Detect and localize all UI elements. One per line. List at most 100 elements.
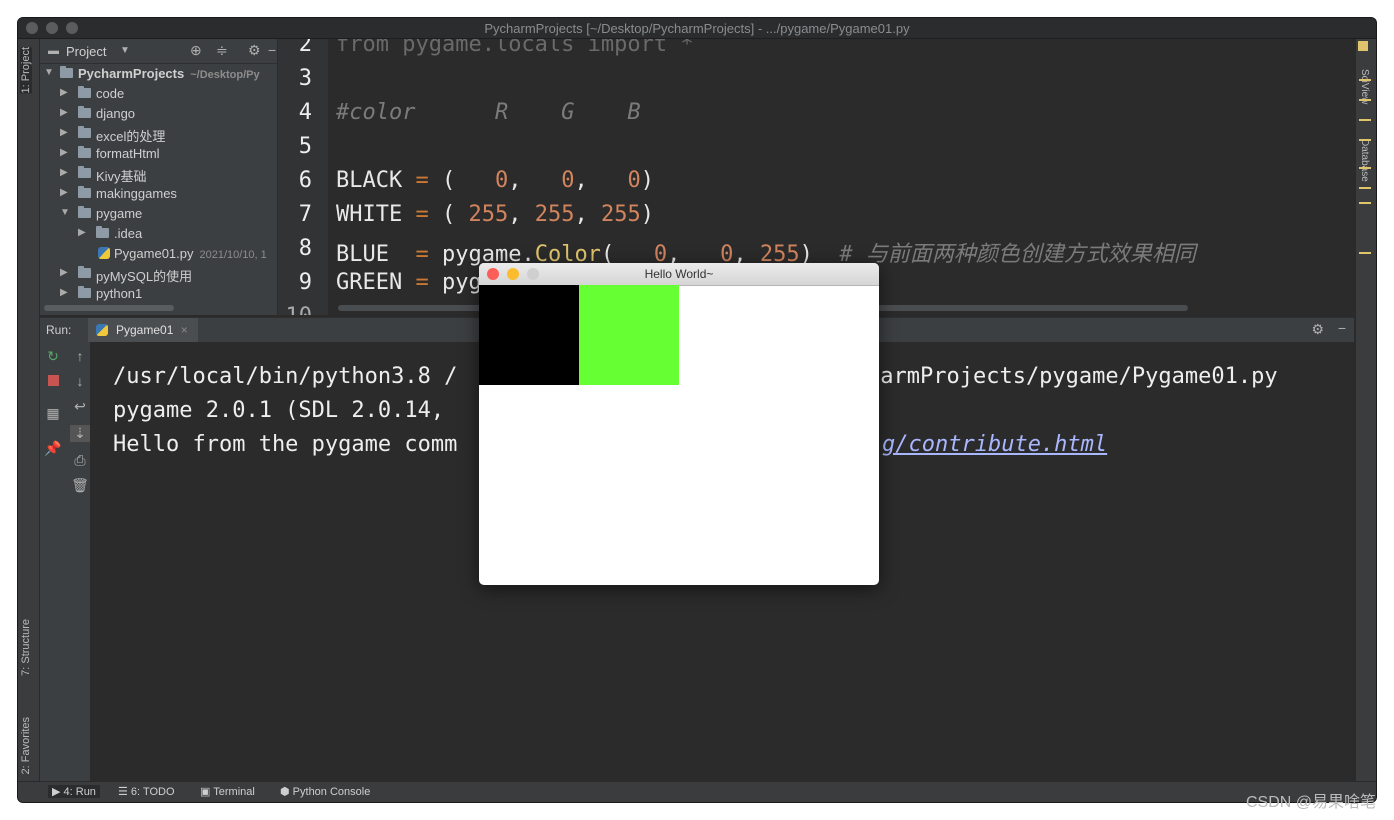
code-text: GREEN [336,270,416,295]
collapsed-arrow-icon[interactable]: ▶ [60,87,68,98]
gear-icon[interactable]: ⚙ [248,42,261,59]
tree-item-pygame01[interactable]: Pygame01.py 2021/10/10, 1 [40,244,277,264]
tab-todo[interactable]: ☰ 6: TODO [118,785,175,798]
inspection-status-icon[interactable] [1358,41,1368,51]
code-text: BLACK [336,168,416,193]
folder-icon [78,166,91,178]
tree-item-kivy[interactable]: ▶ Kivy基础 [40,164,277,184]
restore-layout-icon[interactable]: ▦ [43,405,63,422]
warning-marker[interactable] [1359,79,1371,81]
code-line-9: GREEN = pyg [336,270,482,295]
close-tab-icon[interactable]: × [181,323,188,337]
tree-item-pymysql[interactable]: ▶ pyMySQL的使用 [40,264,277,284]
console-text: /usr/local/bin/python3.8 / [113,364,458,389]
folder-icon [60,66,73,78]
tree-item-meta: ~/Desktop/Py [190,69,260,81]
collapsed-arrow-icon[interactable]: ▶ [60,167,68,178]
tree-item-idea[interactable]: ▶ .idea [40,224,277,244]
pin-icon[interactable]: 📌 [43,440,63,457]
soft-wrap-icon[interactable]: ↩ [70,398,90,415]
rerun-icon[interactable]: ↻ [43,348,63,365]
tab-run-label: 4: Run [63,786,96,798]
project-panel-title[interactable]: Project [66,44,106,59]
collapsed-arrow-icon[interactable]: ▶ [60,147,68,158]
folder-icon [78,206,91,218]
collapsed-arrow-icon[interactable]: ▶ [60,287,68,298]
code-line-4: #color R G B [336,100,641,125]
warning-marker[interactable] [1359,167,1371,169]
bottom-tool-bar: ▶ 4: Run ☰ 6: TODO ▣ Terminal ⬢ Python C… [18,781,1376,802]
line-number: 5 [298,134,312,159]
tree-item-label: code [96,86,125,101]
run-tab-label: Pygame01 [116,323,174,337]
collapsed-arrow-icon[interactable]: ▶ [60,267,68,278]
pygame-titlebar[interactable]: Hello World~ [479,263,879,286]
code-keyword: from [336,39,389,57]
line-number: 4 [298,100,312,125]
tree-item-django[interactable]: ▶ django [40,104,277,124]
tree-item-root[interactable]: ▼ PycharmProjects ~/Desktop/Py [40,64,277,84]
console-line-1-tail: harmProjects/pygame/Pygame01.py [867,364,1278,389]
trash-icon[interactable]: 🗑 [70,477,90,494]
chevron-down-icon[interactable]: ▼ [120,45,130,56]
tree-item-code[interactable]: ▶ code [40,84,277,104]
tab-python-console[interactable]: ⬢ Python Console [280,785,370,798]
tab-structure[interactable]: 7: Structure [20,619,32,676]
stop-icon[interactable] [43,373,63,389]
warning-marker[interactable] [1359,119,1371,121]
python-file-icon [98,247,110,259]
warning-marker[interactable] [1359,187,1371,189]
tree-item-makinggames[interactable]: ▶ makinggames [40,184,277,204]
code-operator: = [415,168,429,193]
tab-terminal[interactable]: ▣ Terminal [200,785,255,798]
tree-item-formathtml[interactable]: ▶ formatHtml [40,144,277,164]
tree-item-excel[interactable]: ▶ excel的处理 [40,124,277,144]
tab-database[interactable]: Database [1359,139,1370,182]
line-number: 8 [298,236,312,261]
run-tab-pygame01[interactable]: Pygame01 × [88,318,198,342]
warning-marker[interactable] [1359,202,1371,204]
gear-icon[interactable]: ⚙ [1311,321,1324,338]
pygame-window[interactable]: Hello World~ [479,263,879,585]
warning-marker[interactable] [1359,252,1371,254]
hide-panel-icon[interactable]: − [268,42,276,58]
tree-item-label: excel的处理 [96,129,166,144]
expanded-arrow-icon[interactable]: ▼ [60,207,70,218]
code-text: , [508,202,535,227]
tree-horizontal-scrollbar[interactable] [44,305,174,311]
collapse-all-icon[interactable]: ≑ [216,42,228,59]
collapsed-arrow-icon[interactable]: ▶ [60,187,68,198]
tree-item-label: pyMySQL的使用 [96,269,193,284]
csdn-watermark: CSDN @易果啥笔 [1245,794,1376,811]
scroll-to-end-icon[interactable]: ⇣ [70,425,90,442]
collapsed-arrow-icon[interactable]: ▶ [60,107,68,118]
titlebar: PycharmProjects [~/Desktop/PycharmProjec… [18,18,1376,39]
tree-item-python1[interactable]: ▶ python1 [40,284,277,304]
print-icon[interactable]: ⎙ [70,452,90,469]
warning-marker[interactable] [1359,139,1371,141]
expanded-arrow-icon[interactable]: ▼ [44,67,54,78]
locate-icon[interactable]: ⊕ [190,42,202,59]
up-arrow-icon[interactable]: ↑ [70,348,90,364]
folder-icon [78,186,91,198]
tab-run[interactable]: ▶ 4: Run [48,785,100,798]
collapsed-arrow-icon[interactable]: ▶ [78,227,86,238]
folder-icon [78,266,91,278]
code-text: pygame.locals [388,39,588,57]
project-tree: ▼ PycharmProjects ~/Desktop/Py ▶ code ▶ d… [40,64,277,304]
tab-project[interactable]: 1: Project [20,47,32,94]
code-comment: #color R G B [336,100,641,125]
warning-marker[interactable] [1359,99,1371,101]
code-number: 0 [494,168,509,193]
code-number: 0 [561,168,575,193]
collapsed-arrow-icon[interactable]: ▶ [60,127,68,138]
line-number: 10 [278,304,313,315]
console-link[interactable]: g/contribute.html [882,432,1107,457]
tab-favorites[interactable]: 2: Favorites [20,717,32,774]
down-arrow-icon[interactable]: ↓ [70,373,90,389]
hide-panel-icon[interactable]: − [1338,320,1346,336]
code-number: 255 [534,202,575,227]
code-text: * [667,39,694,57]
folder-icon [78,126,91,138]
tree-item-pygame[interactable]: ▼ pygame [40,204,277,224]
